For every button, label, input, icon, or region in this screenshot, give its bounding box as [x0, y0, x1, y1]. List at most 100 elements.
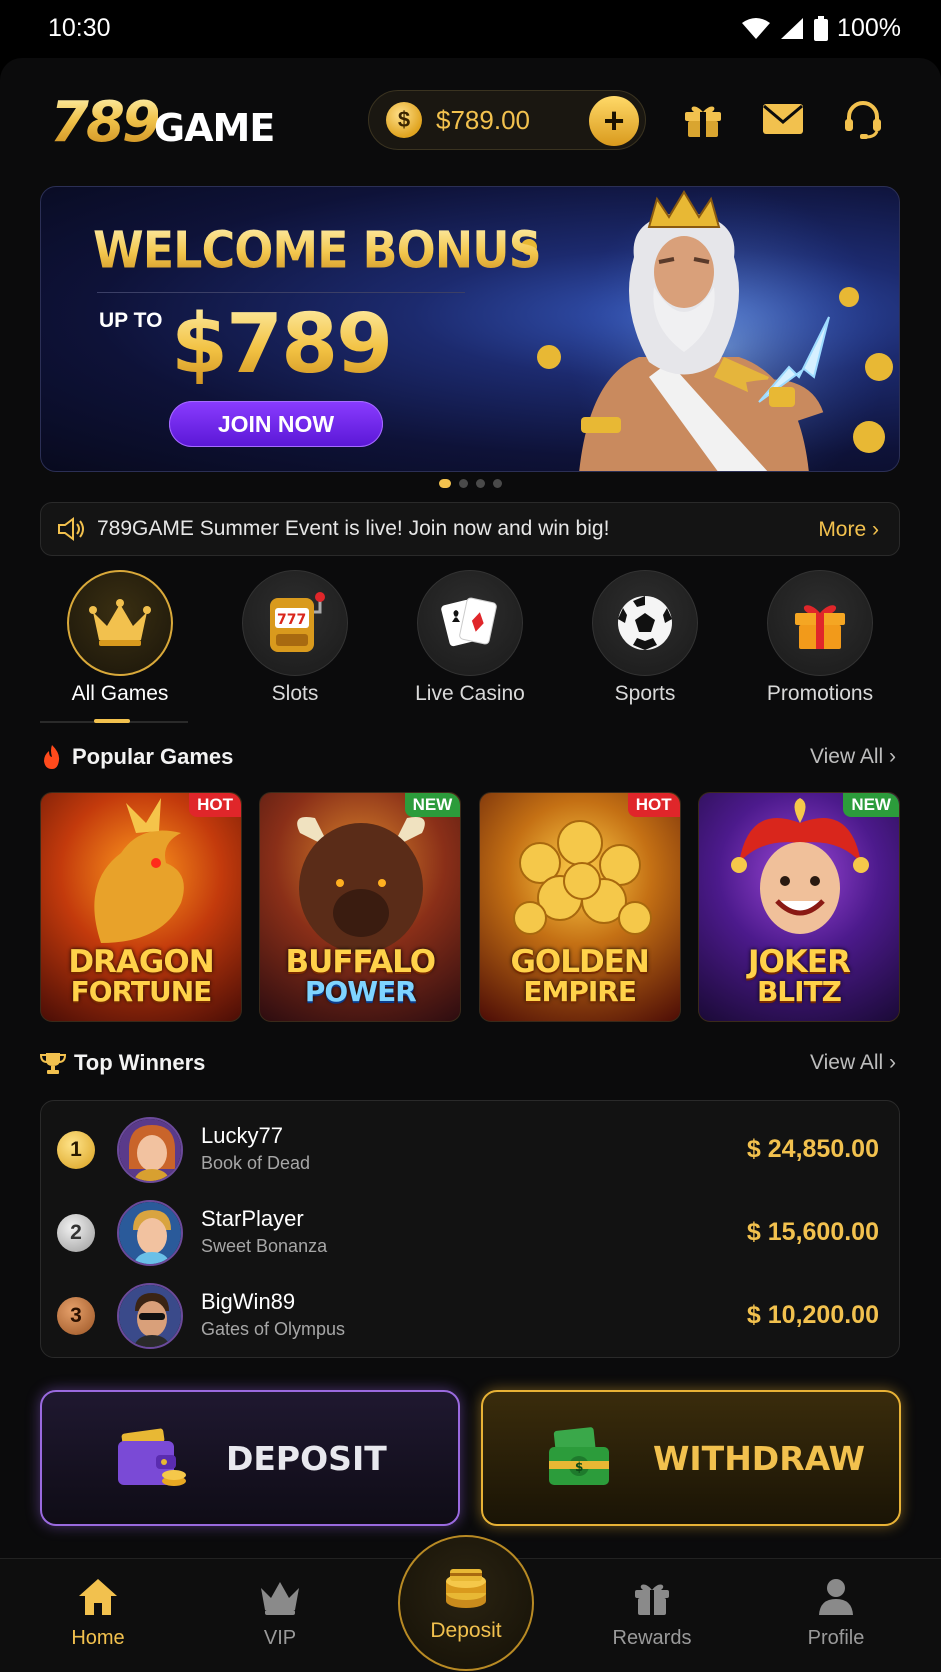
battery-percentage: 100% — [837, 14, 901, 42]
tab-slots[interactable]: 777 Slots — [215, 570, 375, 705]
game-title: GOLDEN EMPIRE — [480, 947, 680, 1007]
cash-icon: $ — [549, 1427, 609, 1485]
winner-game: Book of Dead — [201, 1153, 311, 1173]
game-title-line2: POWER — [304, 975, 417, 1008]
bottom-nav-bar: Home VIP Deposit Rewards Profile — [0, 1535, 941, 1672]
fire-icon — [44, 745, 60, 769]
banner-amount: $789 — [171, 297, 393, 392]
trophy-icon — [40, 1053, 66, 1074]
tab-label: All Games — [71, 682, 169, 705]
dragon-illustration — [94, 798, 184, 943]
nav-profile[interactable]: Profile — [776, 1575, 896, 1650]
game-title: DRAGON FORTUNE — [41, 947, 241, 1007]
tab-live-casino[interactable]: Live Casino — [390, 570, 550, 705]
promo-banner[interactable]: WELCOME BONUS UP TO $789 JOIN NOW — [40, 186, 900, 472]
game-card-dragon-fortune[interactable]: HOT DRAGON FORTUNE — [40, 792, 242, 1022]
winner-amount: $ 10,200.00 — [746, 1301, 879, 1329]
game-title: JOKER BLITZ — [699, 947, 899, 1007]
announcement-bar[interactable]: 789GAME Summer Event is live! Join now a… — [40, 502, 900, 556]
winner-name: StarPlayer — [201, 1206, 304, 1231]
game-title-line1: JOKER — [748, 944, 851, 980]
nav-label: Profile — [807, 1627, 865, 1649]
nav-deposit[interactable]: Deposit — [398, 1535, 534, 1671]
banner-divider — [97, 292, 465, 293]
hot-badge: HOT — [627, 793, 680, 817]
winner-game: Sweet Bonanza — [201, 1236, 328, 1256]
status-time: 10:30 — [48, 14, 111, 42]
gold-coins-illustration — [512, 820, 652, 935]
winner-name: Lucky77 — [201, 1123, 283, 1148]
carousel-dot[interactable] — [493, 479, 502, 488]
balance-pill[interactable]: $ $789.00 + — [368, 90, 646, 150]
carousel-dot[interactable] — [459, 479, 468, 488]
signal-icon — [781, 17, 804, 39]
new-badge: NEW — [404, 793, 461, 817]
nav-label: Rewards — [612, 1627, 692, 1649]
game-title: BUFFALO POWER — [260, 947, 460, 1007]
deposit-label: DEPOSIT — [226, 1438, 387, 1478]
winner-row[interactable]: 2 StarPlayer Sweet Bonanza $ 15,600.00 — [41, 1198, 901, 1268]
avatar — [117, 1200, 183, 1266]
game-title-line1: GOLDEN — [510, 944, 649, 980]
tab-sports[interactable]: Sports — [565, 570, 725, 705]
view-all-winners-link[interactable]: View All › — [810, 1051, 896, 1075]
app-screen: 789 GAME $ $789.00 + WELCOME BONUS UP TO… — [0, 58, 941, 1672]
add-funds-button[interactable]: + — [589, 96, 639, 146]
status-bar: 10:30 100% — [0, 0, 941, 58]
carousel-dots[interactable] — [0, 479, 941, 488]
slot-machine-icon: 777 — [270, 592, 325, 652]
tab-label: Slots — [271, 682, 319, 705]
view-all-games-link[interactable]: View All › — [810, 745, 896, 769]
soccer-ball-icon — [618, 596, 672, 650]
tab-label: Sports — [614, 682, 676, 705]
wifi-icon — [742, 17, 771, 39]
tab-label: Promotions — [766, 682, 874, 705]
rank-badge: 1 — [57, 1131, 95, 1169]
carousel-dot[interactable] — [439, 479, 451, 488]
rank-badge: 3 — [57, 1297, 95, 1335]
rank-badge: 2 — [57, 1214, 95, 1252]
game-card-joker-blitz[interactable]: NEW JOKER BLITZ — [697, 792, 900, 1022]
gift-icon[interactable] — [680, 96, 726, 142]
nav-home[interactable]: Home — [38, 1575, 158, 1650]
winner-row[interactable]: 3 BigWin89 Gates of Olympus $ 10,200.00 — [41, 1281, 901, 1351]
winner-row[interactable]: 1 Lucky77 Book of Dead $ 24,850.00 — [41, 1115, 901, 1185]
headset-icon[interactable] — [840, 96, 886, 142]
more-link[interactable]: More › — [818, 518, 879, 542]
app-logo[interactable]: 789 GAME — [50, 90, 275, 155]
tab-label: Live Casino — [415, 682, 525, 705]
gift-icon — [635, 1584, 669, 1615]
join-now-button[interactable]: JOIN NOW — [169, 401, 383, 447]
announcement-text: 789GAME Summer Event is live! Join now a… — [97, 517, 610, 540]
nav-vip[interactable]: VIP — [220, 1575, 340, 1650]
carousel-dot[interactable] — [476, 479, 485, 488]
nav-rewards[interactable]: Rewards — [592, 1575, 712, 1650]
game-title-line1: BUFFALO — [285, 944, 437, 980]
game-title-line2: EMPIRE — [523, 975, 637, 1008]
gift-icon — [795, 605, 845, 649]
game-card-buffalo-power[interactable]: NEW BUFFALO POWER — [259, 792, 462, 1022]
balance-amount: $789.00 — [436, 104, 530, 135]
new-badge: NEW — [843, 793, 899, 817]
home-icon — [79, 1579, 117, 1615]
buffalo-illustration — [297, 817, 426, 953]
withdraw-button[interactable]: $ WITHDRAW — [481, 1390, 901, 1526]
section-title: Popular Games — [72, 744, 234, 769]
top-winners-list: 1 Lucky77 Book of Dead $ 24,850.00 2 Sta… — [40, 1100, 900, 1358]
popular-games-row: HOT DRAGON FORTUNE NEW BUFFALO POWER HOT… — [40, 792, 900, 1022]
nav-label: Home — [71, 1627, 125, 1649]
wallet-icon — [118, 1428, 186, 1486]
game-card-golden-empire[interactable]: HOT GOLDEN EMPIRE — [478, 792, 681, 1022]
tab-promotions[interactable]: Promotions — [740, 570, 900, 705]
deposit-button[interactable]: DEPOSIT — [40, 1390, 460, 1526]
mail-icon[interactable] — [760, 96, 806, 142]
coin-icon: $ — [386, 102, 422, 138]
banner-title: WELCOME BONUS — [93, 220, 542, 280]
battery-icon — [814, 15, 829, 41]
svg-text:$: $ — [575, 1460, 583, 1474]
tab-all-games[interactable]: All Games — [40, 570, 200, 705]
nav-label: Deposit — [430, 1619, 502, 1642]
avatar — [117, 1283, 183, 1349]
game-title-line2: BLITZ — [756, 975, 842, 1008]
logo-number: 789 — [50, 90, 161, 155]
